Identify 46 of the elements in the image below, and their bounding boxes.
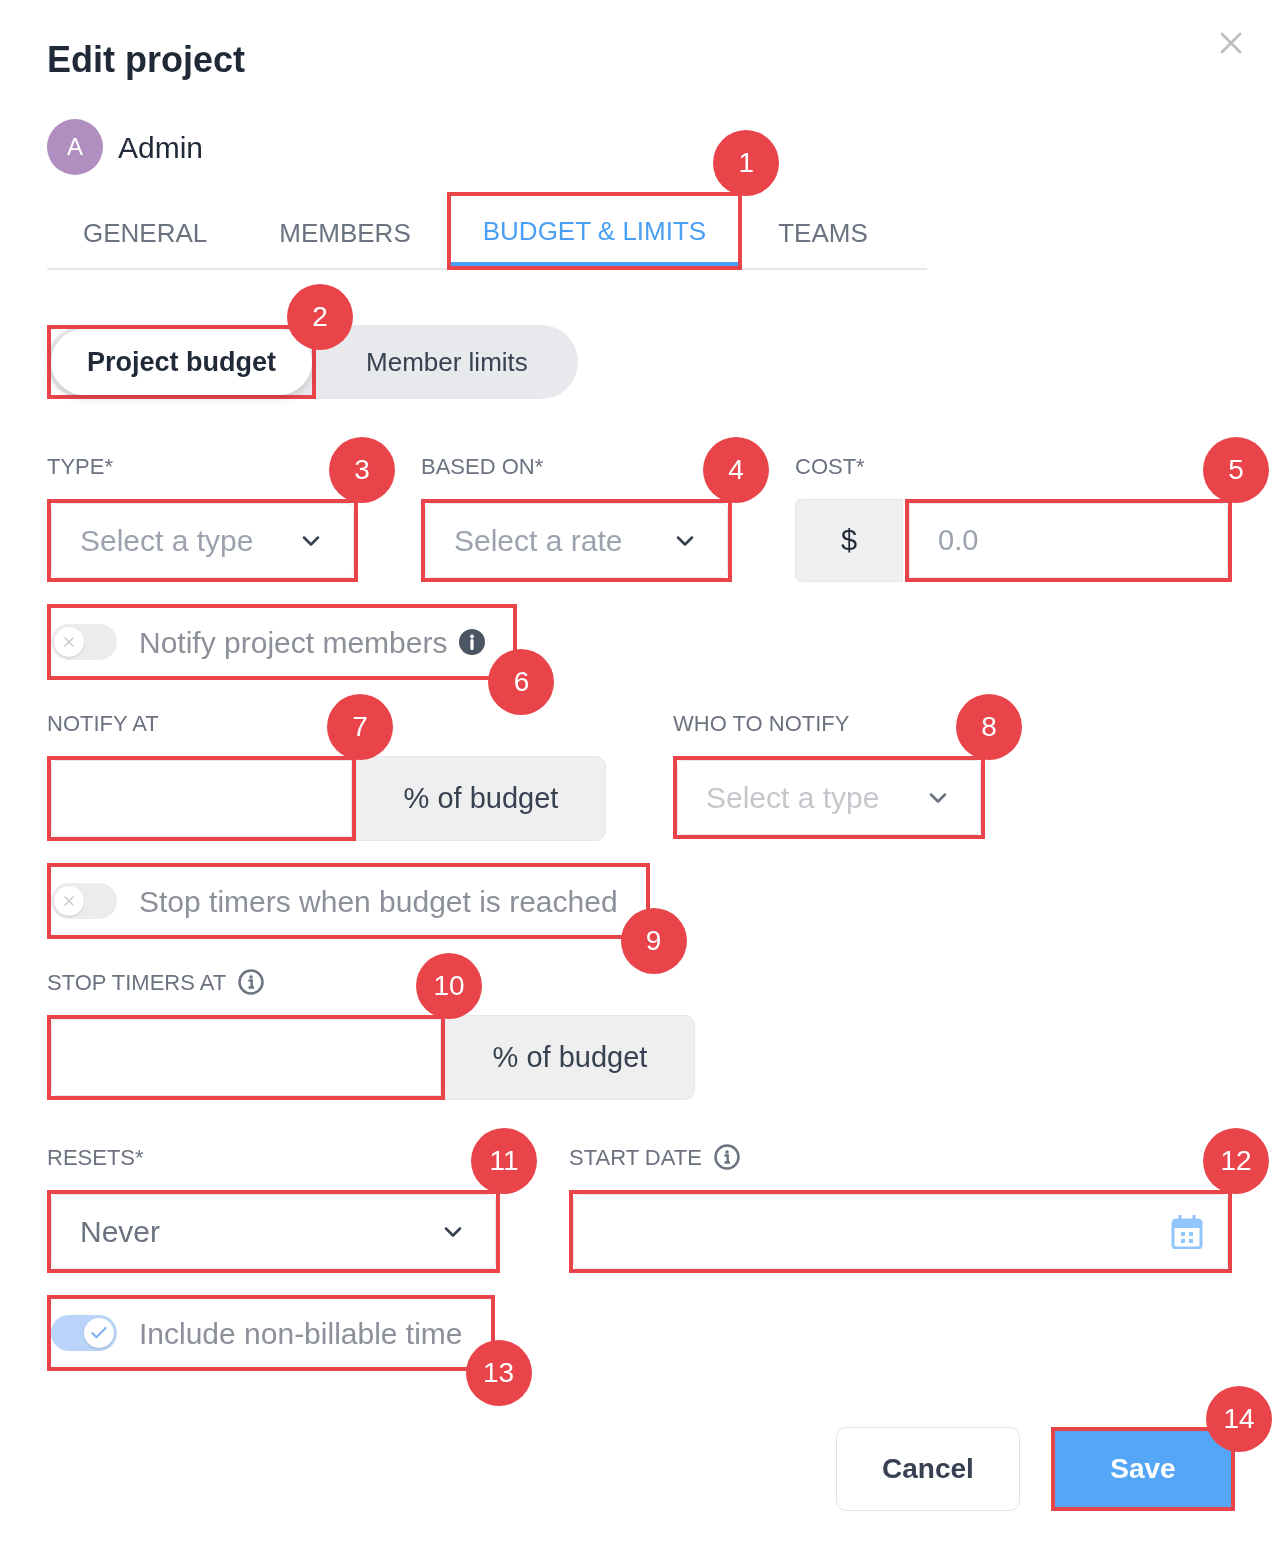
toggle-label: Notify project members <box>139 624 448 661</box>
tab[interactable]: BUDGET & LIMITS <box>450 196 739 266</box>
step-badge: 5 <box>1203 437 1269 503</box>
field-label: BASED ON* <box>421 452 544 481</box>
step-badge: 11 <box>471 1128 537 1194</box>
toggle-label: Include non-billable time <box>139 1315 463 1352</box>
step-badge: 9 <box>620 908 687 974</box>
field-label: NOTIFY AT <box>47 709 159 738</box>
select-field[interactable]: Never <box>51 1194 496 1269</box>
dialog-title: Edit project <box>47 38 246 82</box>
toggle-switch[interactable] <box>51 1315 117 1351</box>
step-badge: 12 <box>1203 1128 1269 1194</box>
unit-suffix: % of budget <box>356 756 606 841</box>
save-button[interactable]: Save <box>1055 1431 1231 1507</box>
step-badge: 6 <box>488 649 555 715</box>
select-field[interactable]: Select a type <box>51 503 354 578</box>
segment-button[interactable]: Project budget <box>51 329 312 395</box>
step-badge: 14 <box>1206 1386 1272 1452</box>
cost-input[interactable]: 0.0 <box>909 503 1228 578</box>
toggle-switch[interactable] <box>51 624 117 660</box>
tab[interactable]: TEAMS <box>742 197 904 270</box>
step-badge: 13 <box>465 1340 532 1406</box>
calendar-icon <box>1171 1214 1203 1249</box>
user-name: Admin <box>118 129 204 166</box>
step-badge: 3 <box>329 437 395 503</box>
step-badge: 8 <box>956 694 1022 760</box>
cancel-button[interactable]: Cancel <box>836 1427 1020 1511</box>
field-label: WHO TO NOTIFY <box>673 709 850 738</box>
toggle-switch[interactable] <box>51 883 117 919</box>
field-label: TYPE* <box>47 452 114 481</box>
field-label: STOP TIMERS AT <box>47 968 227 997</box>
step-badge: 1 <box>713 130 780 196</box>
tab[interactable]: MEMBERS <box>243 197 447 270</box>
unit-suffix: % of budget <box>445 1015 695 1100</box>
field-label: RESETS* <box>47 1143 144 1172</box>
tab[interactable]: GENERAL <box>47 197 244 270</box>
field-label: COST* <box>795 452 865 481</box>
step-badge: 7 <box>327 694 393 760</box>
currency-prefix: $ <box>795 499 903 582</box>
user-avatar: A <box>47 119 103 175</box>
toggle-label: Stop timers when budget is reached <box>139 883 618 920</box>
step-badge: 10 <box>416 953 482 1019</box>
select-field[interactable]: Select a rate <box>425 503 728 578</box>
step-badge: 2 <box>287 284 353 350</box>
step-badge: 4 <box>703 437 769 503</box>
field-label: START DATE <box>569 1143 702 1172</box>
